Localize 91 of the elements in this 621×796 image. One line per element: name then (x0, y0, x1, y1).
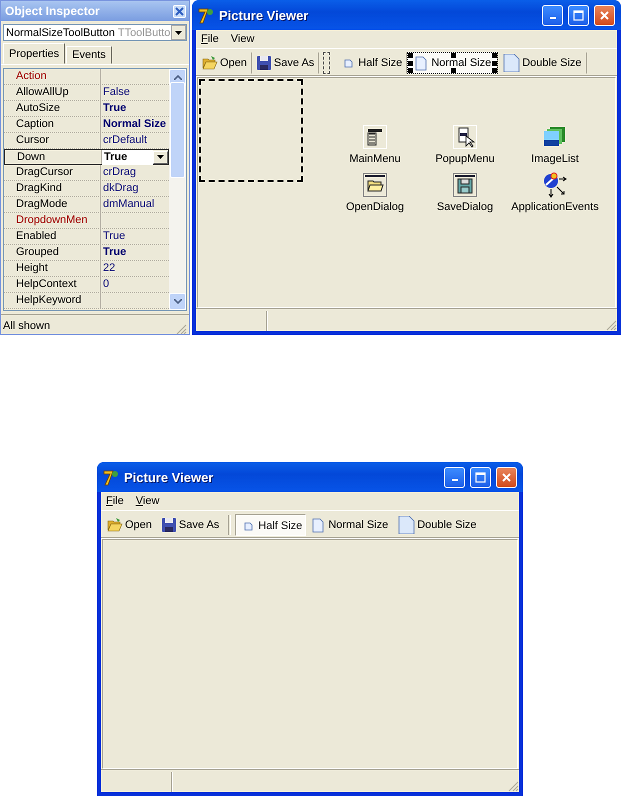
globe-arrows-icon (542, 172, 568, 198)
property-name: DragCursor (4, 165, 101, 180)
property-name: Action (4, 69, 101, 84)
image-stack-icon (543, 125, 567, 149)
open-folder-icon (107, 516, 123, 532)
close-button[interactable] (594, 4, 615, 26)
page-icon (310, 516, 326, 532)
toolbar-separator (323, 52, 330, 74)
property-value: False (102, 85, 131, 100)
property-name: HelpKeyword (4, 293, 101, 308)
page-icon (502, 54, 520, 72)
component-label: ImageList (531, 153, 579, 165)
property-name: Cursor (4, 133, 101, 148)
window-title: Object Inspector (5, 4, 100, 18)
object-selector[interactable]: NormalSizeToolButton TToolButto (3, 24, 187, 41)
component-label: PopupMenu (435, 153, 495, 165)
property-name: Enabled (4, 229, 101, 244)
component-label: OpenDialog (346, 201, 404, 213)
minimize-icon (550, 17, 556, 19)
tab[interactable]: Properties (3, 43, 66, 64)
property-value: crDrag (102, 165, 138, 180)
property-value[interactable]: True (102, 150, 153, 164)
scroll-up-icon (174, 75, 182, 80)
maximize-icon (475, 472, 486, 482)
minimize-icon (452, 479, 458, 481)
app-logo-icon (103, 468, 120, 486)
size-grip-icon[interactable] (175, 323, 187, 335)
property-name: HelpContext (4, 277, 101, 292)
maximize-icon (573, 10, 584, 20)
property-value: crDefault (102, 133, 148, 148)
window-title: Picture Viewer (219, 8, 310, 22)
caret-icon (157, 155, 164, 159)
popup-menu-icon (453, 125, 477, 149)
toolbar-button[interactable]: Open (103, 514, 157, 536)
maximize-button[interactable] (568, 4, 589, 26)
close-button[interactable] (173, 4, 186, 18)
menu-item[interactable]: View (230, 33, 254, 45)
property-value: True (102, 245, 128, 260)
property-name: AllowAllUp (4, 85, 101, 100)
scrollbar[interactable] (169, 69, 186, 310)
minimize-button[interactable] (542, 4, 563, 26)
menu-icon (363, 125, 387, 149)
property-name: DragMode (4, 197, 101, 212)
close-icon (599, 10, 610, 20)
property-name: Grouped (4, 245, 101, 260)
size-grip-icon[interactable] (605, 319, 617, 331)
toolbar-button[interactable]: Normal Size (306, 514, 394, 536)
property-name: DropdownMen (4, 213, 101, 228)
menu-item[interactable]: File (201, 33, 219, 45)
toolbar-button[interactable]: Save As (156, 514, 224, 536)
open-folder-icon (363, 173, 387, 197)
size-grip-icon[interactable] (507, 780, 519, 792)
property-value: dkDrag (102, 181, 140, 196)
component-label: MainMenu (349, 153, 401, 165)
property-value: True (102, 229, 126, 244)
menu-item[interactable]: View (136, 495, 160, 507)
dropdown-button[interactable] (153, 150, 168, 164)
maximize-button[interactable] (470, 466, 491, 488)
scroll-down-icon (174, 299, 182, 304)
property-name: AutoSize (4, 101, 101, 116)
window-title: Picture Viewer (124, 470, 214, 484)
open-folder-icon (202, 54, 218, 70)
menu-item[interactable]: File (106, 495, 124, 507)
page-icon (413, 54, 430, 70)
caret-icon (175, 30, 182, 34)
property-value: 0 (102, 277, 110, 292)
object-name: NormalSizeToolButton (6, 26, 115, 38)
component-label: ApplicationEvents (511, 201, 599, 213)
toolbar-button[interactable]: Double Size (498, 52, 587, 74)
property-name: Height (4, 261, 101, 276)
object-class: TToolButto (118, 26, 170, 38)
toolbar-button[interactable]: Open (198, 52, 252, 74)
property-name: DragKind (4, 181, 101, 196)
image-frame[interactable] (199, 79, 303, 182)
toolbar-button[interactable]: Double Size (393, 514, 482, 536)
toolbar-button[interactable]: Normal Size (407, 52, 498, 74)
property-value: Normal Size (102, 117, 167, 132)
toolbar-button[interactable]: Half Size (235, 514, 306, 536)
property-value: 22 (102, 261, 116, 276)
property-value: dmManual (102, 197, 156, 212)
app-logo-icon (198, 6, 215, 24)
close-button[interactable] (496, 466, 517, 488)
minimize-button[interactable] (444, 466, 465, 488)
toolbar-button[interactable]: Save As (252, 52, 320, 74)
page-icon (397, 516, 416, 534)
tab[interactable]: Events (66, 46, 112, 64)
component-label: SaveDialog (436, 201, 494, 213)
property-value: True (102, 101, 128, 116)
status-text: All shown (3, 319, 50, 334)
property-name: Caption (4, 117, 101, 132)
close-icon (501, 472, 512, 482)
